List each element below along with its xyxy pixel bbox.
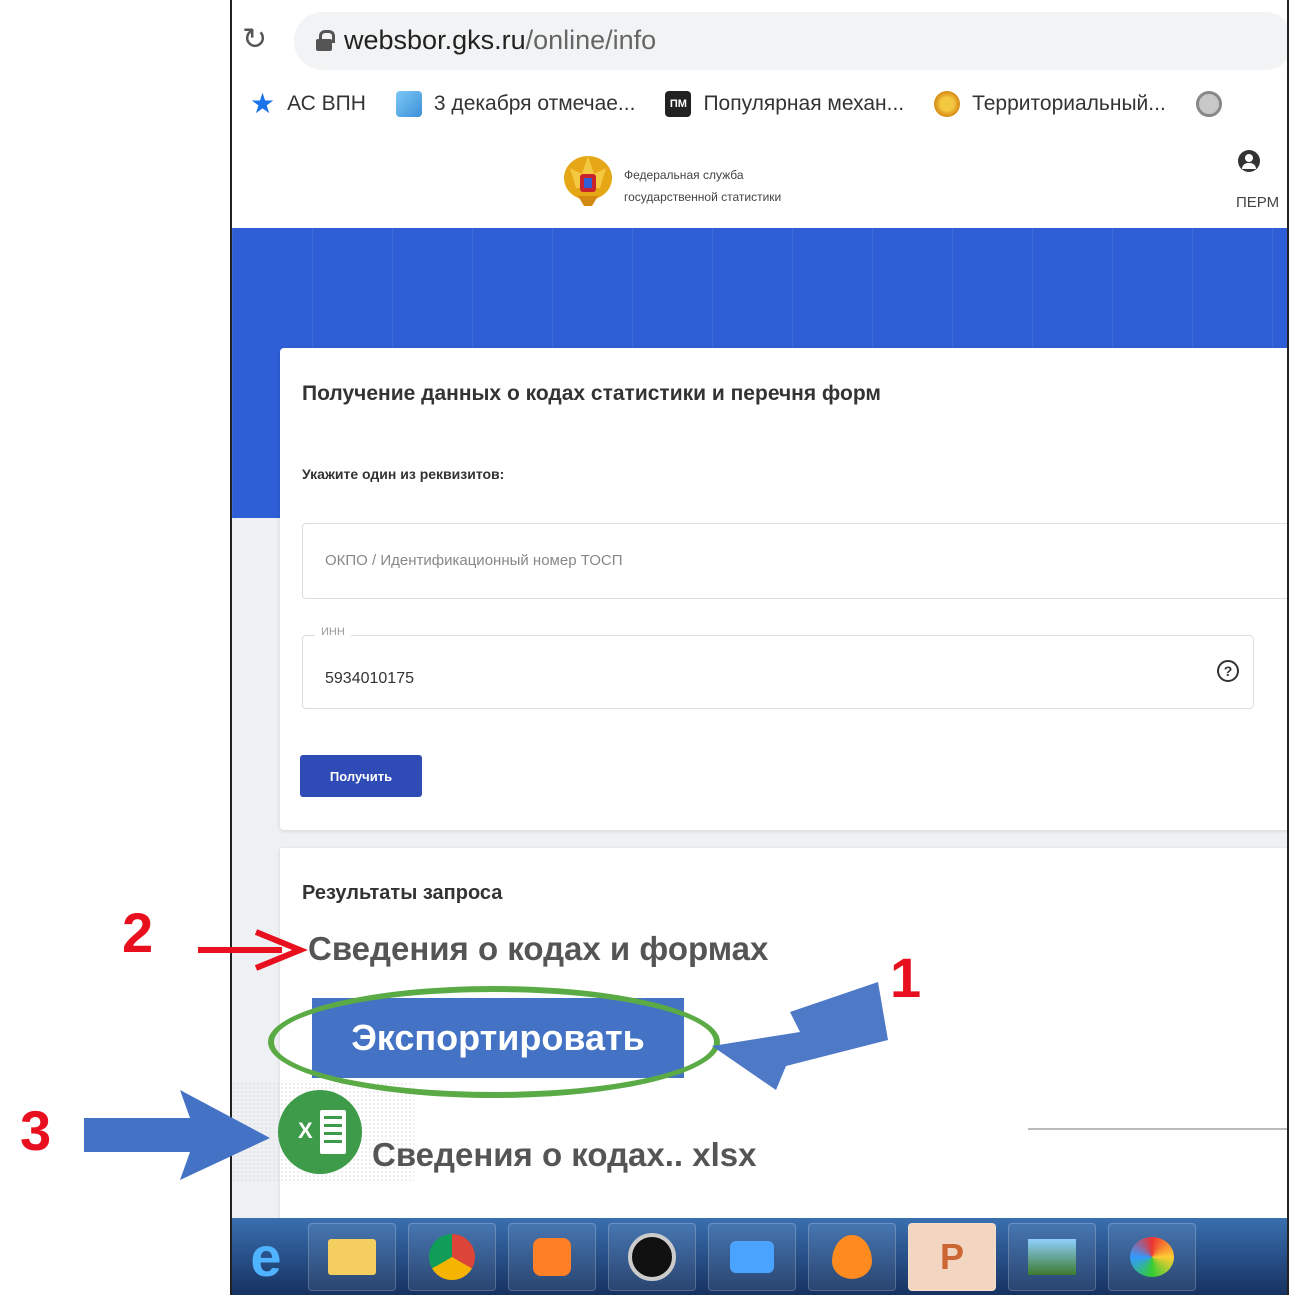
okpo-input[interactable]: ОКПО / Идентификационный номер ТОСП [302, 523, 1287, 599]
paint-icon[interactable] [1108, 1222, 1196, 1291]
lock-icon [316, 30, 335, 51]
help-icon[interactable]: ? [1217, 660, 1239, 682]
step-number-1: 1 [890, 946, 922, 1009]
xlsx-file-label[interactable]: Сведения о кодах.. xlsx [372, 1136, 757, 1174]
bookmarks-bar: ★ АС ВПН 3 декабря отмечае... ПМ Популяр… [232, 80, 1287, 128]
user-icon[interactable] [1238, 150, 1260, 172]
eagle-emblem-icon[interactable] [560, 148, 616, 210]
divider [1028, 1128, 1287, 1130]
sheet-icon [320, 1110, 346, 1154]
video-icon[interactable] [708, 1222, 796, 1291]
agency-name: Федеральная служба государственной стати… [624, 168, 782, 204]
fire-icon[interactable] [808, 1222, 896, 1291]
powerpoint-icon[interactable]: P [908, 1222, 996, 1291]
step-number-2: 2 [122, 901, 154, 964]
photo-icon[interactable] [1008, 1222, 1096, 1291]
inn-label: ИНН [315, 626, 351, 638]
requisites-label: Укажите один из реквизитов: [302, 466, 505, 482]
bookmark-5[interactable] [1195, 91, 1222, 117]
results-title: Результаты запроса [302, 882, 503, 904]
request-title: Получение данных о кодах статистики и пе… [302, 382, 881, 405]
url-box[interactable]: websbor.gks.ru/online/info [294, 12, 1287, 70]
globe-icon [1195, 91, 1222, 117]
okpo-placeholder: ОКПО / Идентификационный номер ТОСП [325, 552, 623, 569]
inn-input[interactable]: ИНН 5934010175 ? [302, 626, 1254, 709]
bookmark-2[interactable]: 3 декабря отмечае... [395, 91, 635, 117]
request-card: Получение данных о кодах статистики и пе… [280, 348, 1287, 830]
ie-icon[interactable]: e [236, 1223, 296, 1291]
address-bar: ↻ websbor.gks.ru/online/info [232, 0, 1287, 80]
inn-value: 5934010175 [325, 670, 414, 687]
step-number-3: 3 [20, 1099, 52, 1162]
bookmark-3[interactable]: ПМ Популярная механ... [665, 91, 904, 117]
person-star-icon: ★ [250, 88, 276, 119]
excel-icon[interactable]: X [278, 1090, 362, 1174]
url-text[interactable]: websbor.gks.ru/online/info [344, 25, 656, 56]
explorer-icon[interactable] [308, 1222, 396, 1291]
highlight-ellipse [268, 986, 720, 1098]
bookmark-4[interactable]: Территориальный... [934, 91, 1166, 117]
media-icon[interactable] [508, 1222, 596, 1291]
reload-icon[interactable]: ↻ [242, 22, 267, 57]
site-header: Федеральная служба государственной стати… [232, 128, 1287, 228]
taskbar: e P [232, 1218, 1287, 1295]
pm-icon: ПМ [665, 91, 692, 117]
chrome-icon[interactable] [408, 1222, 496, 1291]
bookmark-1[interactable]: ★ АС ВПН [250, 88, 366, 119]
info-heading: Сведения о кодах и формах [308, 930, 769, 967]
user-region[interactable]: ПЕРМ [1236, 194, 1279, 211]
get-button[interactable]: Получить [300, 755, 422, 797]
camera-icon[interactable] [608, 1222, 696, 1291]
emblem-icon [934, 91, 961, 117]
image-icon [395, 91, 422, 117]
